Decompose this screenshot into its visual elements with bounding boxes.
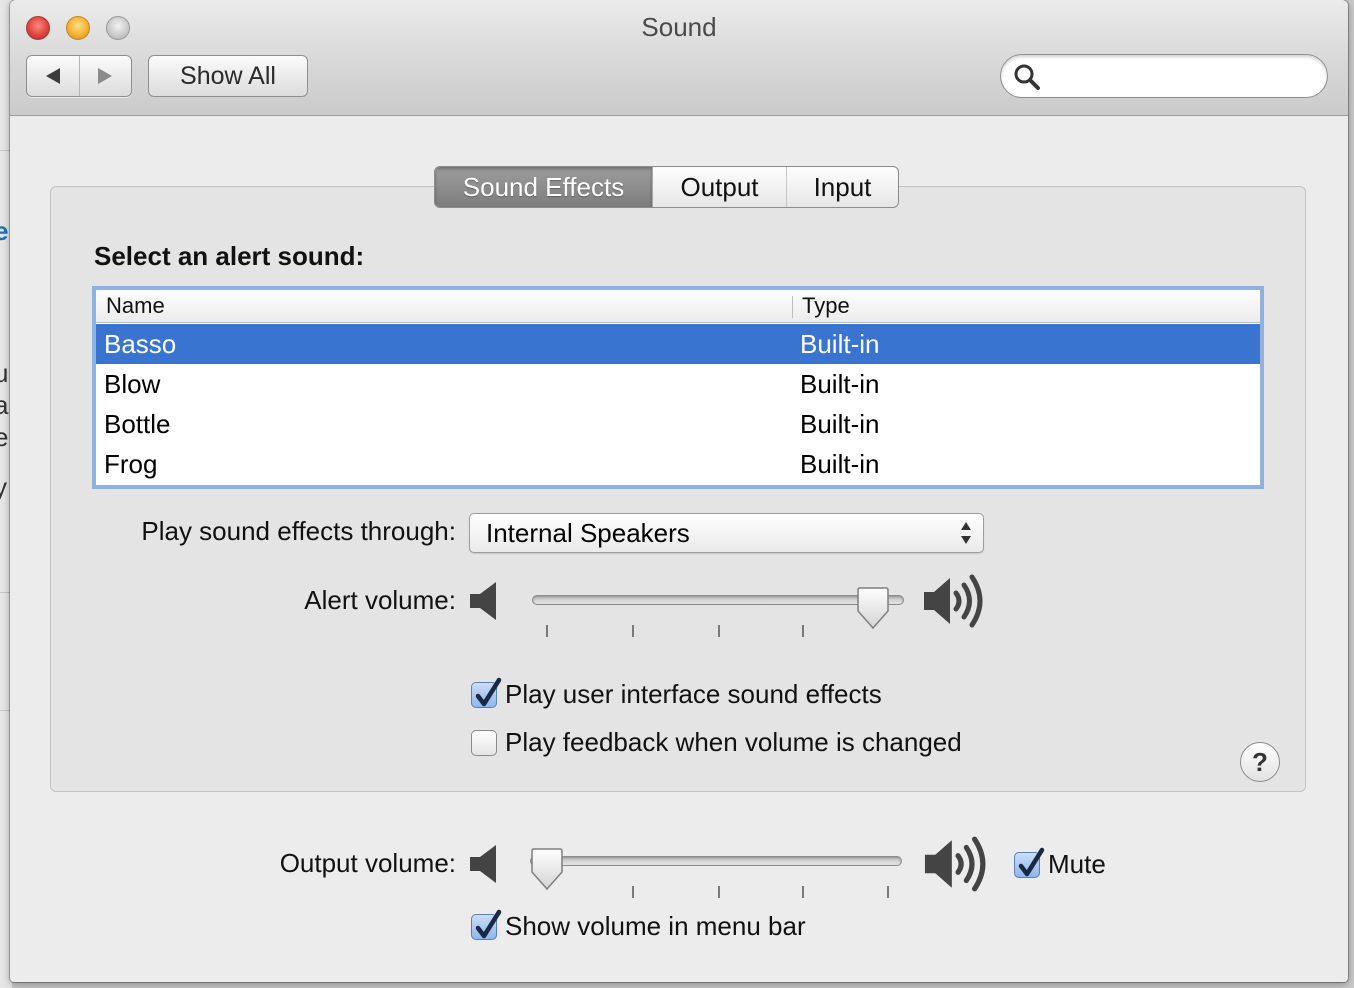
sound-type: Built-in — [800, 409, 880, 439]
speaker-high-icon — [924, 574, 983, 628]
table-row[interactable]: Blow Built-in — [96, 364, 1260, 404]
back-forward-control — [26, 55, 132, 97]
volume-feedback-option[interactable]: Play feedback when volume is changed — [471, 727, 962, 758]
sound-name: Blow — [104, 369, 161, 399]
background-text-fragment: e — [0, 216, 9, 246]
mute-label: Mute — [1048, 849, 1106, 879]
tab-input[interactable]: Input — [786, 167, 898, 207]
show-volume-menu-bar-label: Show volume in menu bar — [505, 911, 806, 941]
background-text-fragment: u — [0, 358, 9, 388]
alert-volume-slider[interactable] — [532, 587, 906, 641]
speaker-low-icon — [470, 582, 496, 620]
help-button[interactable]: ? — [1240, 742, 1280, 782]
background-text-fragment: e — [0, 422, 9, 452]
sound-name: Basso — [104, 329, 177, 359]
play-through-value: Internal Speakers — [486, 518, 690, 548]
background-text-fragment: y — [0, 472, 7, 502]
column-header-name[interactable]: Name — [106, 293, 165, 319]
tab-output[interactable]: Output — [652, 167, 786, 207]
tab-bar: Sound Effects Output Input — [434, 166, 899, 208]
speaker-high-icon — [924, 836, 986, 892]
sound-name: Frog — [104, 449, 158, 479]
play-through-popup[interactable]: Internal Speakers — [469, 513, 984, 553]
table-row[interactable]: Bottle Built-in — [96, 404, 1260, 444]
up-down-arrows-icon — [961, 522, 971, 544]
show-volume-menu-bar-checkbox[interactable] — [471, 909, 502, 940]
background-text-fragment: a — [0, 390, 9, 420]
window-title: Sound — [641, 12, 717, 42]
sound-type: Built-in — [800, 449, 880, 479]
show-all-button[interactable]: Show All — [148, 55, 308, 97]
sound-name: Bottle — [104, 409, 171, 439]
volume-feedback-label: Play feedback when volume is changed — [505, 727, 962, 757]
back-arrow-icon — [45, 68, 60, 84]
ui-sound-effects-option[interactable]: Play user interface sound effects — [471, 677, 882, 710]
alert-sound-table[interactable]: Name Type Basso Built-in Blow Built-in B… — [95, 289, 1261, 486]
forward-arrow-icon — [98, 68, 113, 84]
forward-button[interactable] — [78, 56, 132, 96]
output-volume-slider[interactable] — [530, 848, 904, 902]
speaker-low-icon — [470, 845, 496, 883]
table-header: Name Type — [96, 290, 1260, 323]
table-row[interactable]: Frog Built-in — [96, 444, 1260, 484]
checkmark-icon — [475, 677, 502, 706]
mute-option[interactable]: Mute — [1014, 847, 1106, 880]
alert-volume-label: Alert volume: — [304, 585, 456, 615]
output-volume-thumb[interactable] — [530, 848, 564, 892]
search-icon — [1014, 64, 1040, 90]
show-volume-menu-bar-option[interactable]: Show volume in menu bar — [471, 909, 806, 942]
play-through-label: Play sound effects through: — [141, 516, 456, 546]
search-field[interactable] — [1000, 54, 1328, 98]
checkmark-icon — [1018, 847, 1045, 876]
tab-sound-effects[interactable]: Sound Effects — [435, 167, 652, 207]
ui-sound-effects-checkbox[interactable] — [471, 677, 502, 708]
volume-feedback-checkbox[interactable] — [471, 729, 497, 756]
search-input[interactable] — [1047, 61, 1317, 91]
ui-sound-effects-label: Play user interface sound effects — [505, 679, 882, 709]
table-row[interactable]: Basso Built-in — [96, 324, 1260, 364]
sound-type: Built-in — [800, 369, 880, 399]
sound-type: Built-in — [800, 329, 880, 359]
output-volume-label: Output volume: — [279, 848, 456, 878]
mute-checkbox[interactable] — [1014, 847, 1045, 878]
checkmark-icon — [475, 909, 502, 938]
alert-sound-heading: Select an alert sound: — [94, 241, 365, 271]
alert-volume-thumb[interactable] — [856, 587, 890, 631]
back-button[interactable] — [27, 56, 79, 96]
column-header-type[interactable]: Type — [802, 293, 850, 319]
titlebar: Sound Show All — [10, 0, 1348, 116]
